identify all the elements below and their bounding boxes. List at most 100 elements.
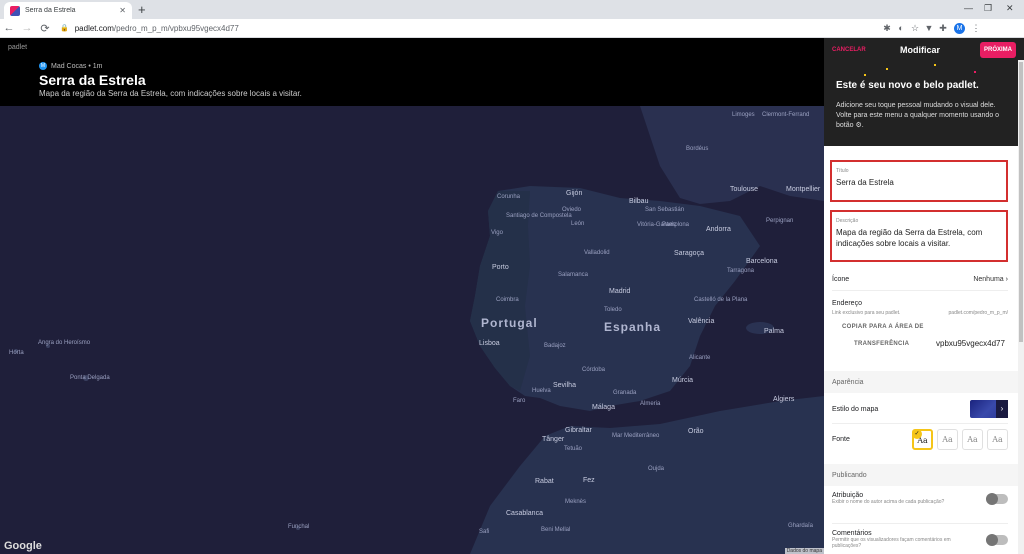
padlet-favicon-icon (10, 5, 20, 16)
font-option-4[interactable]: Aa (987, 428, 1008, 450)
attribution-sub: Exibir o nome do autor acima de cada pub… (832, 499, 945, 505)
font-option-1[interactable]: ✓ Aa (912, 428, 933, 450)
map-place-label: Bilbau (629, 198, 649, 205)
map-place-label: Ponta Delgada (70, 375, 110, 381)
map-place-label: Múrcia (672, 377, 694, 384)
map-place-label: León (571, 221, 585, 227)
description-field[interactable]: Descrição Mapa da região da Serra da Est… (830, 210, 1008, 262)
appearance-section: Aparência (824, 371, 1018, 393)
map-place-label: Sevilha (553, 382, 576, 389)
extension-icon[interactable]: ✱ (880, 23, 894, 34)
next-button[interactable]: PRÓXIMA (980, 42, 1016, 58)
map-place-label: Bordéus (686, 146, 709, 152)
map-place-label: Tarragona (727, 268, 755, 274)
map-place-label: Coimbra (496, 297, 519, 303)
description-label: Descrição (836, 218, 859, 224)
browser-tab[interactable]: Serra da Estrela ✕ (4, 2, 132, 19)
portugal-region (470, 191, 530, 391)
map-place-label: Alicante (689, 355, 711, 361)
map-place-label: Oujda (648, 466, 665, 472)
close-tab-icon[interactable]: ✕ (119, 6, 126, 15)
map-place-label: Portugal (481, 316, 538, 330)
font-option-2[interactable]: Aa (937, 428, 958, 450)
map-place-label: Montpellier (786, 186, 821, 193)
address-bar[interactable]: 🔒 padlet.com /pedro_m_p_m/vpbxu95vgecx4d… (60, 21, 880, 35)
map-place-label: Almeria (640, 401, 661, 407)
new-tab-icon[interactable]: + (138, 2, 146, 17)
map-place-label: Valladolid (584, 250, 610, 256)
map-place-label: Toledo (604, 307, 622, 313)
map-place-label: Córdoba (582, 367, 606, 373)
map-style-thumbnail[interactable]: › (970, 400, 1008, 418)
post-time: 1m (92, 62, 103, 70)
map-place-label: Algiers (773, 396, 795, 403)
map-place-label: Limoges (732, 112, 755, 118)
reload-icon[interactable]: ⟳ (36, 22, 54, 35)
map-place-label: Salamanca (558, 272, 589, 278)
author-name: Mad Cocas (51, 62, 87, 70)
address-prefix: padlet.com/pedro_m_p_m/ (948, 310, 1008, 316)
map-place-label: Mar Mediterrâneo (612, 433, 660, 439)
title-label: Título (836, 168, 849, 174)
font-row: Fonte ✓ Aa Aa Aa Aa (832, 427, 1008, 451)
comments-row: Comentários Permitir que os visualizador… (832, 530, 1008, 549)
font-options: ✓ Aa Aa Aa Aa (912, 428, 1008, 450)
map-place-label: Funchal (288, 524, 310, 530)
filter-extension-icon[interactable]: ▼ (922, 23, 936, 33)
divider (832, 423, 1008, 424)
font-option-3[interactable]: Aa (962, 428, 983, 450)
map-place-label: Horta (9, 350, 24, 356)
map-place-label: Vigo (491, 230, 503, 236)
browser-toolbar: ← → ⟳ 🔒 padlet.com /pedro_m_p_m/vpbxu95v… (0, 19, 1024, 38)
map-place-label: Corunha (497, 194, 521, 200)
map-place-label: Madrid (609, 288, 631, 295)
cancel-button[interactable]: CANCELAR (832, 47, 866, 53)
browser-tab-bar: Serra da Estrela ✕ + — ❐ ✕ (0, 0, 1024, 19)
map-place-label: Tetuão (564, 446, 583, 452)
map-data-attribution[interactable]: Dados do mapa (784, 548, 824, 554)
map-place-label: Safi (479, 529, 490, 535)
restore-icon[interactable]: ❐ (984, 3, 992, 14)
padlet-header: padlet M Mad Cocas • 1m Serra da Estrela… (0, 38, 824, 106)
back-icon[interactable]: ← (0, 22, 18, 34)
title-input[interactable]: Serra da Estrela (836, 177, 1002, 188)
map-place-label: Tânger (542, 436, 565, 443)
copy-to-clipboard-button[interactable]: COPIAR PARA A ÁREA DE (842, 324, 924, 330)
map-place-label: Badajoz (544, 343, 566, 349)
welcome-title: Este é seu novo e belo padlet. (836, 80, 979, 91)
comments-toggle[interactable] (986, 533, 1008, 546)
confetti-decoration (934, 64, 936, 66)
puzzle-icon[interactable]: ✚ (936, 23, 950, 34)
check-icon: ✓ (912, 428, 922, 439)
lock-icon: 🔒 (60, 25, 69, 32)
map-style-label: Estilo do mapa (832, 405, 879, 413)
icon-row[interactable]: Ícone Nenhuma › (832, 272, 1008, 286)
profile-avatar[interactable]: M (954, 22, 965, 34)
forward-icon[interactable]: → (18, 22, 36, 34)
copy-to-clipboard-button-line2[interactable]: TRANSFERÊNCIA (854, 341, 909, 347)
bookmark-star-icon[interactable]: ☆ (908, 23, 922, 34)
address-sub-row: Link exclusivo para seu padlet. padlet.c… (832, 310, 1008, 316)
panel-scrollbar[interactable] (1018, 60, 1024, 554)
map-place-label: San Sebastián (645, 207, 685, 213)
title-field[interactable]: Título Serra da Estrela (830, 160, 1008, 202)
menu-kebab-icon[interactable]: ⋮ (969, 23, 983, 34)
map-place-label: Barcelona (746, 258, 778, 265)
map-place-label: Beni Mellal (541, 527, 571, 533)
padlet-description: Mapa da região da Serra da Estrela, com … (39, 89, 302, 98)
welcome-text: Adicione seu toque pessoal mudando o vis… (836, 102, 1000, 129)
divider (832, 290, 1008, 291)
close-window-icon[interactable]: ✕ (1006, 3, 1014, 14)
slug-input[interactable]: vpbxu95vgecx4d77 (936, 339, 1005, 348)
padlet-logo[interactable]: padlet (8, 44, 27, 51)
attribution-toggle[interactable] (986, 492, 1008, 505)
minimize-icon[interactable]: — (964, 3, 973, 13)
map-style-row[interactable]: Estilo do mapa › (832, 398, 1008, 420)
map-canvas[interactable]: Limoges Clermont-Ferrand Bordéus Toulouse Mo… (0, 106, 824, 554)
scrollbar-thumb[interactable] (1019, 62, 1023, 342)
description-input[interactable]: Mapa da região da Serra da Estrela, com … (836, 227, 1002, 249)
comments-label: Comentários (832, 530, 872, 537)
map-place-label: Perpignan (766, 218, 794, 224)
translate-icon[interactable]: ◐ (894, 23, 908, 33)
address-label: Endereço (832, 300, 862, 307)
